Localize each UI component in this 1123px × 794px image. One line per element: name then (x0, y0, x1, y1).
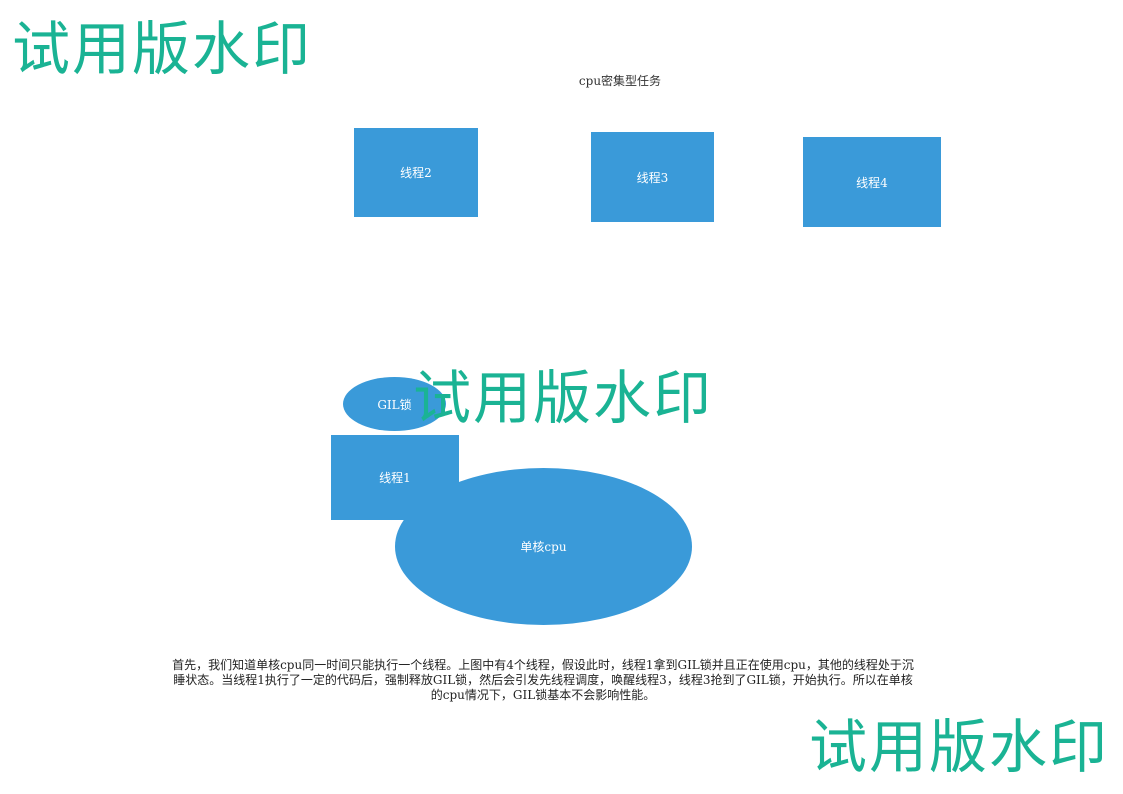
watermark-top-left: 试用版水印 (12, 15, 313, 83)
thread-4-label: 线程4 (856, 175, 888, 190)
gil-lock-label: GIL锁 (377, 397, 412, 412)
thread-3-box: 线程3 (591, 132, 714, 222)
thread-2-box: 线程2 (354, 128, 478, 217)
cpu-label: 单核cpu (520, 540, 567, 554)
thread-3-label: 线程3 (636, 170, 669, 185)
thread-4-box: 线程4 (803, 137, 941, 227)
thread-1-label: 线程1 (379, 471, 411, 485)
thread-2-label: 线程2 (400, 166, 432, 180)
watermark-bottom-right: 试用版水印 (809, 713, 1110, 781)
description-text: 首先，我们知道单核cpu同一时间只能执行一个线程。上图中有4个线程，假设此时，线… (172, 658, 914, 702)
watermark-center: 试用版水印 (413, 364, 714, 432)
diagram-title: cpu密集型任务 (578, 74, 662, 88)
thread-1-box: 线程1 (331, 435, 459, 520)
